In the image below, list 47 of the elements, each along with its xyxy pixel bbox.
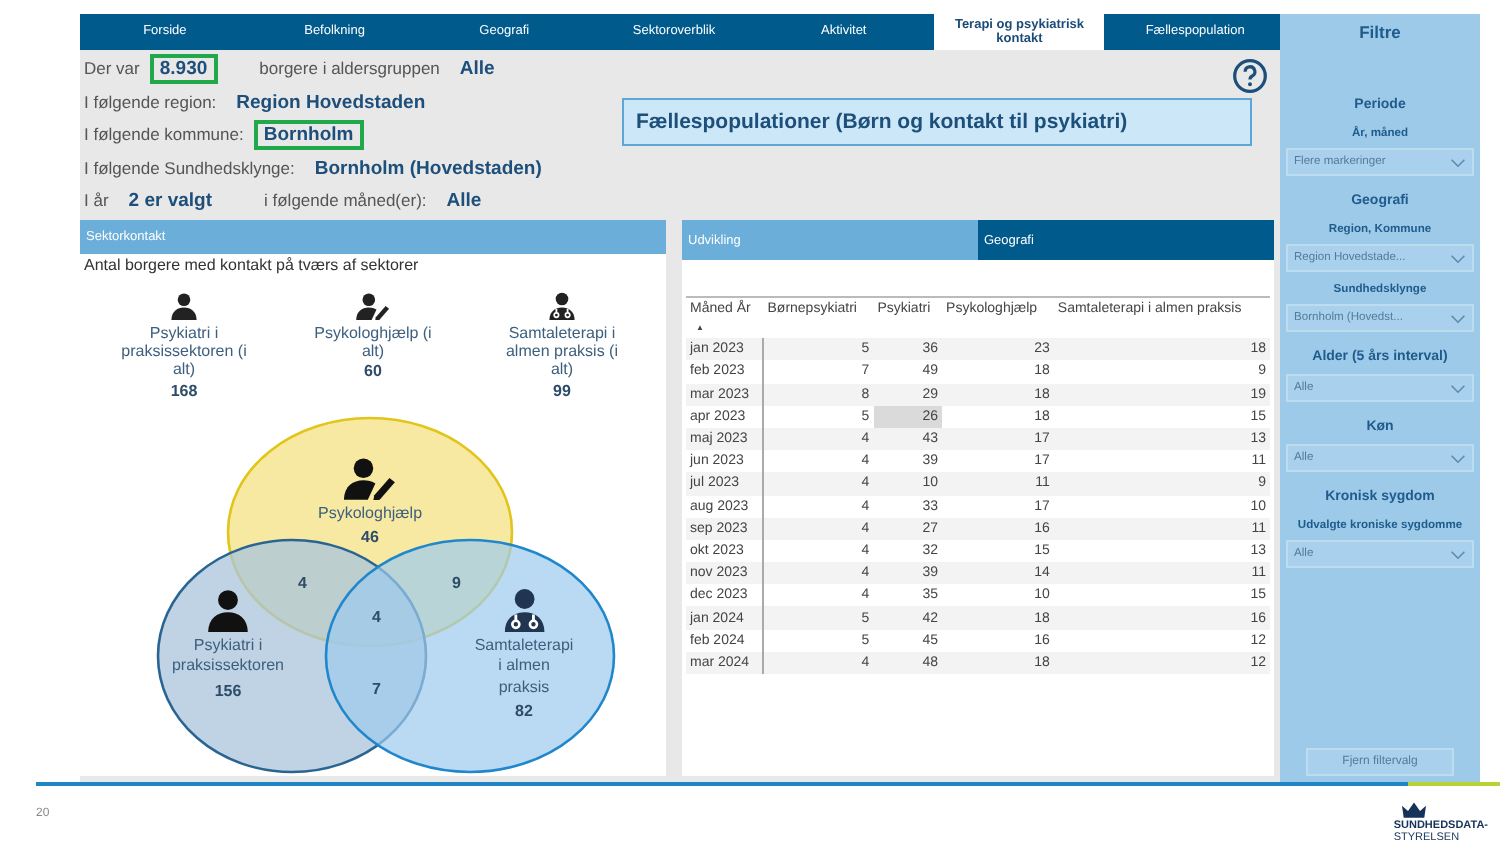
filter-value: 2 er valgt xyxy=(126,188,214,216)
filter-label: I følgende kommune: xyxy=(84,124,244,144)
filter-pane-title: Filtre xyxy=(1359,22,1401,42)
venn-count: 82 xyxy=(515,702,533,721)
filter-label: Der var xyxy=(84,58,140,78)
filter-value: Alle xyxy=(444,188,484,216)
person-with-pen-icon xyxy=(356,292,390,320)
filter-value: Bornholm (Hovedstaden) xyxy=(312,155,544,183)
overlap-count: 4 xyxy=(372,608,381,626)
filter-label: borgere i aldersgruppen xyxy=(259,58,440,78)
category-label: Psykologhjælp (i alt) xyxy=(312,324,434,361)
chevron-down-icon xyxy=(1450,383,1466,393)
overlap-count: 9 xyxy=(452,574,461,592)
person-with-pen-icon xyxy=(344,456,396,500)
panel-subtitle: Antal borgere med kontakt på tværs af sektorer xyxy=(82,254,421,276)
overlap-count: 7 xyxy=(372,680,381,698)
help-icon[interactable] xyxy=(1232,58,1268,94)
chevron-down-icon xyxy=(1450,453,1466,463)
filter-value: Region Hovedstaden xyxy=(234,89,428,117)
venn-label: Psykologhjælp xyxy=(317,504,423,525)
chevron-down-icon xyxy=(1450,253,1466,263)
chevron-down-icon xyxy=(1450,157,1466,167)
person-icon xyxy=(170,292,198,320)
filter-value: 8.930 xyxy=(149,54,218,84)
filter-label: i følgende måned(er): xyxy=(264,190,427,210)
filter-label: I følgende Sundhedsklynge: xyxy=(84,157,295,177)
filter-value: Alle xyxy=(457,56,497,84)
venn-count: 46 xyxy=(361,528,379,547)
venn-count: 156 xyxy=(214,681,242,700)
filter-label: I følgende region: xyxy=(84,91,217,111)
person-icon xyxy=(206,588,250,632)
filter-value: Bornholm xyxy=(253,120,364,150)
doctor-icon xyxy=(548,292,576,320)
chevron-down-icon xyxy=(1450,549,1466,559)
category-count: 168 xyxy=(170,381,198,400)
filter-label: I år xyxy=(84,190,109,210)
crown-icon xyxy=(1401,802,1426,820)
category-count: 60 xyxy=(364,362,382,381)
category-count: 99 xyxy=(553,381,571,400)
venn-label: Psykiatri i praksissektoren xyxy=(171,636,285,678)
venn-label: Samtaleterapi i almen praksis xyxy=(474,636,574,699)
category-label: Samtaleterapi i almen praksis (i alt) xyxy=(503,324,620,380)
category-label: Psykiatri i praksissektoren (i alt) xyxy=(120,324,248,380)
overlap-count: 4 xyxy=(298,574,307,592)
doctor-icon xyxy=(502,588,546,632)
chevron-down-icon xyxy=(1450,313,1466,323)
page-title: Fællespopulationer (Børn og kontakt til psykiatri) xyxy=(622,98,1252,146)
